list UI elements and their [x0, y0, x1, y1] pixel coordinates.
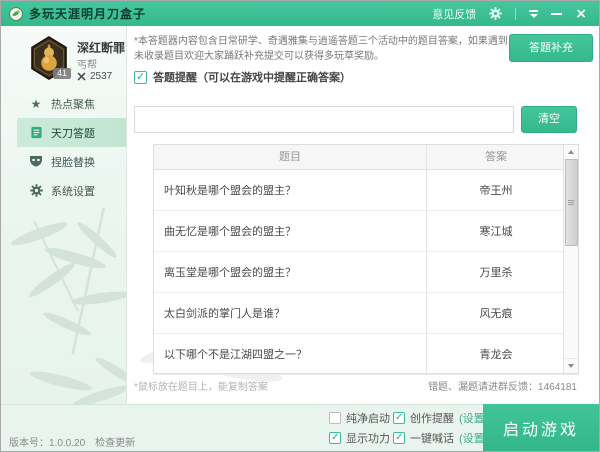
app-window: 多玩天涯明月刀盒子 意见反馈: [0, 0, 600, 452]
bamboo-watermark: [21, 356, 127, 404]
minimize-icon[interactable]: [551, 13, 562, 15]
footnote-copy-hint: *鼠标放在题目上，能复制答案: [134, 378, 268, 393]
feedback-link[interactable]: 意见反馈: [432, 6, 476, 22]
question-cell[interactable]: 叶知秋是哪个盟会的盟主？: [154, 170, 427, 210]
mask-icon: [29, 155, 43, 168]
app-logo-icon: [9, 7, 23, 21]
titlebar: 多玩天涯明月刀盒子 意见反馈: [1, 1, 599, 26]
supplement-button[interactable]: 答题补充: [509, 34, 593, 62]
header-question: 题目: [154, 145, 427, 169]
sidebar-item-hot-focus[interactable]: ★ 热点聚焦: [17, 89, 127, 118]
user-name: 深红断罪: [77, 39, 125, 56]
table-row[interactable]: 以下哪个不是江湖四盟之一？ 青龙会: [154, 334, 578, 375]
checkbox-icon[interactable]: [393, 432, 405, 444]
titlebar-divider: [515, 8, 516, 20]
user-guild: 丐帮: [77, 56, 97, 71]
sidebar-menu: ★ 热点聚焦 天刀答题: [1, 89, 127, 205]
sidebar-item-label: 系统设置: [51, 183, 95, 199]
option-label: 一键喊话: [410, 430, 454, 446]
option-label: 显示功力: [346, 430, 390, 446]
check-update-link[interactable]: 检查更新: [95, 434, 135, 449]
question-cell[interactable]: 太白剑派的掌门人是谁？: [154, 293, 427, 333]
gear-icon[interactable]: [489, 7, 502, 20]
window-title: 多玩天涯明月刀盒子: [29, 5, 146, 22]
option-show-power[interactable]: 显示功力: [329, 430, 390, 446]
footnote-feedback-group: 错题、漏题请进群反馈：1464181: [428, 378, 577, 393]
answer-cell: 风无痕: [427, 293, 565, 333]
question-cell[interactable]: 离玉堂是哪个盟会的盟主？: [154, 252, 427, 292]
version-label: 版本号：1.0.0.20: [9, 434, 85, 449]
sidebar-item-quiz[interactable]: 天刀答题: [17, 118, 127, 147]
launch-game-button[interactable]: 启动游戏: [483, 404, 599, 451]
level-badge: 41: [53, 68, 71, 79]
question-cell[interactable]: 以下哪个不是江湖四盟之一？: [154, 334, 427, 374]
sidebar-item-face-swap[interactable]: 捏脸替换: [17, 147, 127, 176]
remind-label: 答题提醒（可以在游戏中提醒正确答案）: [153, 69, 351, 85]
scroll-up-icon[interactable]: [564, 145, 578, 160]
option-quick-shout[interactable]: 一键喊话 (设置): [393, 430, 488, 446]
table-row[interactable]: 曲无忆是哪个盟会的盟主？ 寒江城: [154, 211, 578, 252]
option-label: 纯净启动: [346, 410, 390, 426]
answer-cell: 寒江城: [427, 211, 565, 251]
sidebar-item-settings[interactable]: 系统设置: [17, 176, 127, 205]
scrollbar-thumb[interactable]: [565, 159, 578, 246]
question-cell[interactable]: 曲无忆是哪个盟会的盟主？: [154, 211, 427, 251]
bamboo-watermark: [1, 206, 127, 404]
answer-book-icon: [29, 126, 43, 139]
clear-button[interactable]: 清空: [521, 106, 577, 133]
option-creation-remind[interactable]: 创作提醒 (设置): [393, 410, 488, 426]
table-row[interactable]: 太白剑派的掌门人是谁？ 风无痕: [154, 293, 578, 334]
option-clean-launch[interactable]: 纯净启动: [329, 410, 390, 426]
star-icon: ★: [29, 98, 43, 110]
checkbox-icon[interactable]: [329, 412, 341, 424]
table-header: 题目 答案: [154, 145, 578, 170]
power-icon: [77, 72, 86, 81]
checkbox-icon[interactable]: [329, 432, 341, 444]
remind-checkbox[interactable]: 答题提醒（可以在游戏中提醒正确答案）: [134, 69, 351, 85]
table-row[interactable]: 叶知秋是哪个盟会的盟主？ 帝王州: [154, 170, 578, 211]
answer-cell: 帝王州: [427, 170, 565, 210]
header-answer: 答案: [427, 145, 565, 169]
checkbox-icon[interactable]: [134, 71, 147, 84]
scroll-down-icon[interactable]: [564, 358, 578, 373]
option-label: 创作提醒: [410, 410, 454, 426]
user-power-value: 2537: [90, 71, 112, 82]
search-input[interactable]: [134, 106, 514, 133]
quiz-table: 题目 答案 叶知秋是哪个盟会的盟主？ 帝王州 曲无忆是哪个盟会的盟主？ 寒江城 …: [153, 144, 579, 374]
table-row[interactable]: 离玉堂是哪个盟会的盟主？ 万里杀: [154, 252, 578, 293]
sidebar-item-label: 热点聚焦: [51, 96, 95, 112]
answer-cell: 万里杀: [427, 252, 565, 292]
answer-cell: 青龙会: [427, 334, 565, 374]
sidebar-item-label: 天刀答题: [51, 125, 95, 141]
checkbox-icon[interactable]: [393, 412, 405, 424]
sidebar: 41 深红断罪 丐帮 2537 ★ 热点聚焦: [1, 26, 127, 404]
scrollbar[interactable]: [563, 145, 578, 373]
sidebar-item-label: 捏脸替换: [51, 154, 95, 170]
minimize-to-tray-icon[interactable]: [529, 10, 538, 18]
gear-icon: [29, 184, 43, 197]
close-icon[interactable]: ×: [575, 7, 587, 21]
description-text: *本答题器内容包含日常研学、奇遇雅集与逍遥答题三个活动中的题目答案，如果遇到未收…: [134, 34, 512, 64]
